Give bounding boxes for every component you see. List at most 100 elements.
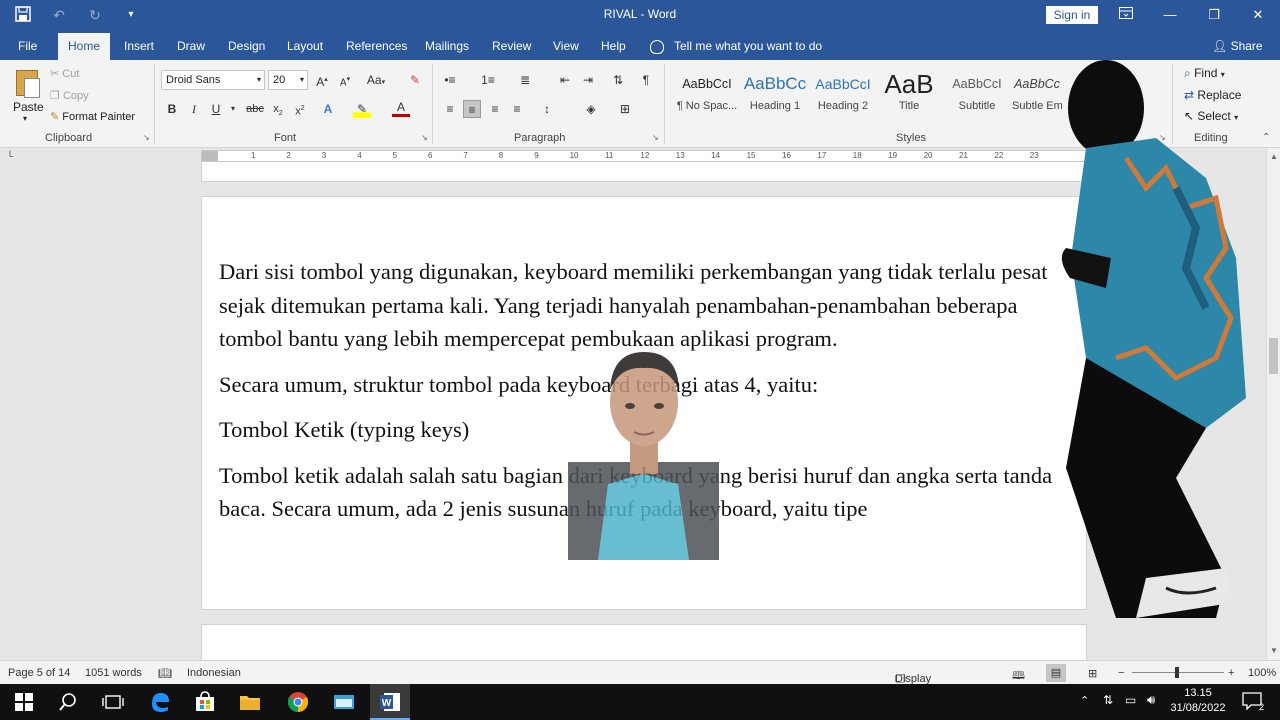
tab-file[interactable]: File — [10, 33, 45, 60]
web-layout-icon[interactable]: ⊞ — [1088, 667, 1097, 680]
chrome-icon[interactable] — [286, 690, 310, 714]
tell-me-search[interactable]: Tell me what you want to do — [650, 33, 822, 60]
style-title[interactable]: AaB Title — [876, 68, 942, 124]
tab-mailings[interactable]: Mailings — [417, 33, 477, 60]
word-count[interactable]: 1051 words — [85, 667, 142, 679]
volume-icon[interactable]: 🔊︎ — [1147, 692, 1155, 708]
ribbon-display-options-icon[interactable] — [1104, 0, 1148, 30]
underline-button[interactable]: U — [207, 100, 225, 118]
shrink-font-icon[interactable]: A▾ — [336, 71, 354, 89]
tab-insert[interactable]: Insert — [116, 33, 162, 60]
style-no-spacing[interactable]: AaBbCcI ¶ No Spac... — [674, 68, 740, 124]
system-clock[interactable]: 13.15 31/08/2022 — [1166, 686, 1230, 716]
ruler-number: 5 — [392, 151, 398, 160]
sign-in-button[interactable]: Sign in — [1046, 6, 1098, 24]
tab-layout[interactable]: Layout — [279, 33, 331, 60]
font-family-select[interactable]: Droid Sans ▾ — [161, 70, 265, 90]
style-subtitle[interactable]: AaBbCcI Subtitle — [944, 68, 1010, 124]
tab-references[interactable]: References — [338, 33, 415, 60]
bold-button[interactable]: B — [163, 100, 181, 118]
store-icon[interactable] — [193, 690, 217, 714]
text-effects-icon[interactable]: A — [319, 100, 337, 118]
vertical-scrollbar[interactable]: ▲ ▼ — [1266, 148, 1280, 660]
minimize-icon[interactable]: — — [1148, 0, 1192, 30]
share-button[interactable]: 👤︎ Share — [1212, 33, 1263, 60]
style-preview: AaBbCcI — [815, 76, 871, 92]
clear-formatting-icon[interactable]: ✎ — [406, 71, 424, 89]
clipboard-launcher-icon[interactable]: ↘ — [143, 133, 150, 142]
strikethrough-button[interactable]: abc — [244, 100, 266, 118]
notifications-icon[interactable]: 2 — [1242, 692, 1264, 712]
ruler-number: 8 — [498, 151, 504, 160]
style-subtle-emphasis[interactable]: AaBbCc Subtle Em — [1012, 68, 1062, 124]
app-window-icon[interactable] — [332, 690, 356, 714]
decrease-indent-icon[interactable]: ⇤ — [556, 71, 574, 89]
grow-font-icon[interactable]: A▴ — [313, 71, 331, 89]
increase-indent-icon[interactable]: ⇥ — [579, 71, 597, 89]
shading-icon[interactable]: ◈ — [582, 100, 600, 118]
maximize-icon[interactable]: ❐ — [1192, 0, 1236, 30]
zoom-out-icon[interactable]: − — [1118, 667, 1124, 679]
paste-button[interactable]: Paste — [13, 100, 44, 114]
task-view-icon[interactable] — [101, 690, 125, 714]
font-launcher-icon[interactable]: ↘ — [421, 133, 428, 142]
paste-icon[interactable] — [14, 66, 42, 98]
page-count[interactable]: Page 5 of 14 — [8, 667, 70, 679]
collapse-ribbon-icon[interactable]: ⌃ — [1262, 132, 1270, 143]
paste-dropdown-icon[interactable]: ▾ — [23, 114, 27, 123]
italic-button[interactable]: I — [185, 100, 203, 118]
format-painter-button[interactable]: ✎ Format Painter — [50, 110, 135, 123]
ruler-number: 20 — [923, 151, 933, 160]
multilevel-list-icon[interactable]: ≣ — [516, 71, 534, 89]
scroll-down-icon[interactable]: ▼ — [1267, 644, 1280, 658]
underline-dropdown-icon[interactable]: ▾ — [224, 100, 242, 118]
horizontal-ruler[interactable]: 1 2 3 4 5 6 7 8 9 10 11 12 13 14 15 16 17 18 19 20 21 22 23 — [201, 150, 1087, 162]
tab-selector-icon[interactable]: └ — [4, 150, 16, 162]
scroll-thumb[interactable] — [1269, 338, 1278, 374]
edge-browser-icon[interactable] — [148, 690, 172, 714]
proofing-icon[interactable]: 📖︎ — [158, 667, 172, 680]
tab-design[interactable]: Design — [220, 33, 273, 60]
justify-icon[interactable]: ≡ — [508, 100, 526, 118]
search-icon[interactable] — [56, 690, 80, 714]
zoom-level[interactable]: 100% — [1248, 667, 1276, 679]
align-center-icon[interactable]: ≡ — [463, 100, 481, 118]
tab-review[interactable]: Review — [484, 33, 539, 60]
paragraph-launcher-icon[interactable]: ↘ — [652, 133, 659, 142]
print-layout-icon[interactable]: ▤ — [1046, 664, 1066, 682]
close-icon[interactable]: ✕ — [1236, 0, 1280, 30]
borders-icon[interactable]: ⊞ — [616, 100, 634, 118]
file-explorer-icon[interactable] — [238, 690, 262, 714]
tab-draw[interactable]: Draw — [169, 33, 213, 60]
scroll-up-icon[interactable]: ▲ — [1267, 150, 1280, 164]
highlight-icon[interactable]: ✎ — [353, 100, 371, 118]
zoom-slider-thumb[interactable] — [1175, 667, 1179, 678]
align-right-icon[interactable]: ≡ — [486, 100, 504, 118]
battery-icon[interactable]: ▭ — [1125, 693, 1136, 707]
line-spacing-icon[interactable]: ↕ — [538, 100, 556, 118]
tab-view[interactable]: View — [545, 33, 587, 60]
show-formatting-icon[interactable]: ¶ — [637, 71, 655, 89]
language[interactable]: Indonesian — [187, 667, 241, 679]
style-heading-1[interactable]: AaBbCc Heading 1 — [742, 68, 808, 124]
sort-icon[interactable]: ⇅ — [609, 71, 627, 89]
ruler-number: 13 — [675, 151, 685, 160]
zoom-in-icon[interactable]: + — [1228, 667, 1234, 679]
bullets-icon[interactable]: •≡ — [441, 71, 459, 89]
align-left-icon[interactable]: ≡ — [441, 100, 459, 118]
superscript-button[interactable]: x2 — [291, 100, 309, 118]
style-heading-2[interactable]: AaBbCcI Heading 2 — [810, 68, 876, 124]
cut-button[interactable]: ✂ Cut — [50, 67, 79, 80]
windows-start-icon[interactable] — [12, 690, 36, 714]
tab-help[interactable]: Help — [593, 33, 634, 60]
font-color-icon[interactable]: A — [392, 100, 410, 117]
change-case-icon[interactable]: Aa▾ — [364, 71, 388, 89]
tab-home[interactable]: Home — [58, 33, 110, 60]
copy-button[interactable]: ❐ Copy — [50, 89, 89, 102]
numbering-icon[interactable]: 1≡ — [479, 71, 497, 89]
word-taskbar-icon[interactable]: W — [370, 684, 410, 720]
subscript-button[interactable]: x2 — [269, 100, 287, 118]
show-hidden-icons-icon[interactable]: ⌃ — [1080, 694, 1089, 707]
network-icon[interactable]: ⇅ — [1103, 693, 1113, 707]
font-size-select[interactable]: 20 ▾ — [268, 70, 308, 90]
